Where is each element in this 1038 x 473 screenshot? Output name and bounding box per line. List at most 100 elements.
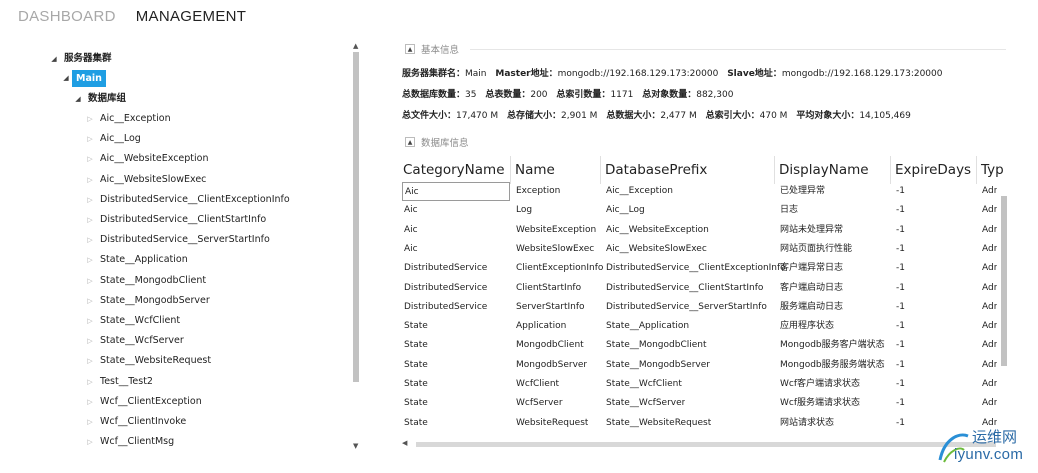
table-cell[interactable]: WebsiteException — [516, 221, 596, 240]
tree-item[interactable]: ▷ State__WebsiteRequest — [84, 352, 211, 370]
grid-vscroll-thumb[interactable] — [1001, 196, 1007, 366]
collapsed-arrow-icon[interactable]: ▷ — [84, 373, 96, 391]
table-cell[interactable]: MongodbServer — [516, 356, 587, 375]
table-row[interactable]: Aic WebsiteException Aic__WebsiteException… — [402, 221, 1008, 240]
table-cell[interactable]: Exception — [516, 182, 560, 201]
table-cell[interactable]: Aic__WebsiteException — [606, 221, 709, 240]
table-cell[interactable]: 网站请求状态 — [780, 414, 834, 433]
table-cell[interactable]: State — [404, 414, 428, 433]
table-cell[interactable]: Adr — [982, 201, 997, 220]
table-cell[interactable]: 网站页面执行性能 — [780, 240, 852, 259]
table-cell[interactable]: State__Application — [606, 317, 689, 336]
collapsed-arrow-icon[interactable]: ▷ — [84, 352, 96, 370]
table-cell[interactable]: DistributedService — [404, 259, 487, 278]
tree-item[interactable]: ▷ DistributedService__ServerStartInfo — [84, 231, 269, 249]
table-row[interactable]: Aic Log Aic__Log 日志 -1 Adr — [402, 201, 1008, 220]
table-cell[interactable]: DistributedService__ClientExceptionInfo — [606, 259, 786, 278]
table-cell[interactable]: Aic__Exception — [606, 182, 673, 201]
table-cell[interactable]: WcfServer — [516, 394, 563, 413]
collapsed-arrow-icon[interactable]: ▷ — [84, 231, 96, 249]
table-cell[interactable]: Adr — [982, 394, 997, 413]
table-cell[interactable]: 已处理异常 — [780, 182, 825, 201]
expanded-arrow-icon[interactable]: ◢ — [48, 50, 60, 68]
grid-hscroll-thumb[interactable] — [416, 442, 996, 447]
nav-management[interactable]: MANAGEMENT — [136, 8, 247, 30]
table-cell[interactable]: Application — [516, 317, 566, 336]
table-cell[interactable]: DistributedService__ClientStartInfo — [606, 279, 763, 298]
table-cell[interactable]: -1 — [896, 298, 905, 317]
table-cell[interactable]: Aic — [402, 182, 510, 201]
table-row[interactable]: DistributedService ServerStartInfo Distrib… — [402, 298, 1008, 317]
tree-item[interactable]: ▷ Wcf__ClientException — [84, 393, 201, 411]
tree-node-group[interactable]: ◢ 数据库组 — [72, 90, 126, 108]
table-cell[interactable]: -1 — [896, 259, 905, 278]
table-cell[interactable]: ServerStartInfo — [516, 298, 585, 317]
table-cell[interactable]: DistributedService__ServerStartInfo — [606, 298, 767, 317]
column-header[interactable]: Name — [515, 162, 555, 178]
tree-item[interactable]: ▷ State__MongodbServer — [84, 292, 209, 310]
table-cell[interactable]: State__WcfClient — [606, 375, 682, 394]
column-separator[interactable] — [890, 156, 891, 184]
tree-item[interactable]: ▷ State__WcfServer — [84, 332, 183, 350]
table-cell[interactable]: 网站未处理异常 — [780, 221, 843, 240]
table-row[interactable]: Aic WebsiteSlowExec Aic__WebsiteSlowExec 网站… — [402, 240, 1008, 259]
column-separator[interactable] — [600, 156, 601, 184]
table-cell[interactable]: DistributedService — [404, 298, 487, 317]
table-cell[interactable]: MongodbClient — [516, 336, 584, 355]
collapsed-arrow-icon[interactable]: ▷ — [84, 393, 96, 411]
column-header[interactable]: DisplayName — [779, 162, 869, 178]
table-cell[interactable]: -1 — [896, 414, 905, 433]
table-row[interactable]: State MongodbClient State__MongodbClient Mo… — [402, 336, 1008, 355]
table-row[interactable]: State MongodbServer State__MongodbServer Mo… — [402, 356, 1008, 375]
table-cell[interactable]: Aic__Log — [606, 201, 645, 220]
table-cell[interactable]: State — [404, 356, 428, 375]
table-row[interactable]: State Application State__Application 应用程序状态… — [402, 317, 1008, 336]
collapsed-arrow-icon[interactable]: ▷ — [84, 433, 96, 451]
table-cell[interactable]: 客户端启动日志 — [780, 279, 843, 298]
table-cell[interactable]: -1 — [896, 394, 905, 413]
table-row[interactable]: State WebsiteRequest State__WebsiteRequest… — [402, 414, 1008, 433]
column-header[interactable]: DatabasePrefix — [605, 162, 707, 178]
table-cell[interactable]: Wcf服务端请求状态 — [780, 394, 860, 413]
expanded-arrow-icon[interactable]: ◢ — [60, 69, 72, 87]
table-cell[interactable]: State__WebsiteRequest — [606, 414, 711, 433]
table-cell[interactable]: WebsiteSlowExec — [516, 240, 594, 259]
table-cell[interactable]: WcfClient — [516, 375, 559, 394]
table-cell[interactable]: -1 — [896, 201, 905, 220]
tree-node-main[interactable]: ◢ Main — [60, 69, 106, 87]
collapsed-arrow-icon[interactable]: ▷ — [84, 211, 96, 229]
table-cell[interactable]: State — [404, 336, 428, 355]
tree-item[interactable]: ▷ Wcf__ClientInvoke — [84, 413, 186, 431]
column-header[interactable]: Typ — [981, 162, 1004, 178]
table-cell[interactable]: Aic — [404, 240, 418, 259]
table-cell[interactable]: State__MongodbServer — [606, 356, 710, 375]
collapsed-arrow-icon[interactable]: ▷ — [84, 130, 96, 148]
table-cell[interactable]: ClientExceptionInfo — [516, 259, 603, 278]
grid-vertical-scrollbar[interactable] — [1000, 184, 1008, 439]
collapsed-arrow-icon[interactable]: ▷ — [84, 312, 96, 330]
table-row[interactable]: Aic Exception Aic__Exception 已处理异常 -1 Adr — [402, 182, 1008, 201]
table-cell[interactable]: -1 — [896, 240, 905, 259]
table-row[interactable]: DistributedService ClientStartInfo Distrib… — [402, 279, 1008, 298]
collapsed-arrow-icon[interactable]: ▷ — [84, 272, 96, 290]
tree-item[interactable]: ▷ Aic__WebsiteSlowExec — [84, 171, 206, 189]
table-cell[interactable]: Adr — [982, 317, 997, 336]
table-cell[interactable]: Adr — [982, 240, 997, 259]
table-cell[interactable]: Adr — [982, 279, 997, 298]
table-cell[interactable]: 服务端启动日志 — [780, 298, 843, 317]
table-cell[interactable]: Adr — [982, 259, 997, 278]
table-cell[interactable]: State__MongodbClient — [606, 336, 707, 355]
column-header[interactable]: ExpireDays — [895, 162, 971, 178]
table-cell[interactable]: -1 — [896, 317, 905, 336]
tree-scroll-thumb[interactable] — [353, 52, 359, 382]
tree-node-root[interactable]: ◢ 服务器集群 — [48, 50, 111, 68]
tree-item[interactable]: ▷ Test__Test2 — [84, 373, 153, 391]
table-cell[interactable]: 日志 — [780, 201, 798, 220]
collapsed-arrow-icon[interactable]: ▷ — [84, 413, 96, 431]
table-cell[interactable]: -1 — [896, 336, 905, 355]
table-cell[interactable]: -1 — [896, 375, 905, 394]
scroll-down-icon[interactable]: ▼ — [353, 442, 358, 450]
table-cell[interactable]: State__WcfServer — [606, 394, 685, 413]
table-cell[interactable]: Adr — [982, 182, 997, 201]
scroll-left-icon[interactable]: ◀ — [402, 439, 407, 447]
